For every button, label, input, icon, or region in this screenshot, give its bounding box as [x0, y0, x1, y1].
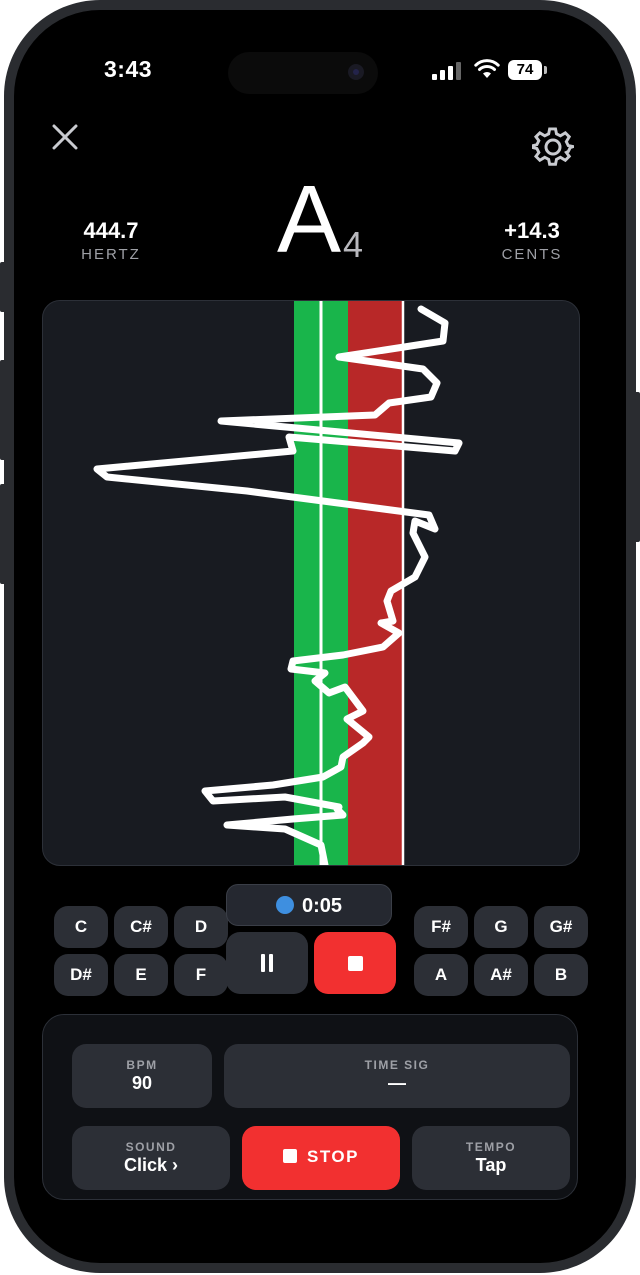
key-a-sharp[interactable]: A# — [474, 954, 528, 996]
note-octave: 4 — [343, 224, 364, 265]
status-time: 3:43 — [104, 56, 153, 82]
time-signature-control[interactable]: TIME SIG — — [224, 1044, 570, 1108]
bpm-value: 90 — [131, 1073, 153, 1093]
pause-button[interactable] — [226, 932, 308, 994]
cents-label: CENTS — [501, 246, 563, 263]
stopwatch-icon — [275, 895, 294, 914]
timer-value: 0:05 — [301, 895, 343, 917]
key-c-sharp[interactable]: C# — [114, 906, 168, 948]
bpm-control[interactable]: BPM 90 — [72, 1044, 212, 1108]
pitch-graph — [42, 300, 580, 866]
close-icon[interactable] — [50, 122, 80, 152]
battery-icon: 74 — [508, 60, 547, 80]
sound-label: SOUND — [125, 1140, 177, 1154]
key-b[interactable]: B — [534, 954, 588, 996]
note-name: A — [276, 166, 341, 273]
key-a[interactable]: A — [414, 954, 468, 996]
wifi-icon — [474, 59, 500, 78]
key-g[interactable]: G — [474, 906, 528, 948]
key-d[interactable]: D — [174, 906, 228, 948]
stop-icon — [283, 1148, 297, 1163]
recording-timer: 0:05 — [226, 884, 392, 926]
cents-readout: +14.3 CENTS — [484, 218, 580, 263]
gear-icon[interactable] — [532, 126, 574, 168]
stop-label: STOP — [307, 1147, 359, 1166]
stop-icon — [348, 956, 363, 971]
camera-icon — [348, 64, 364, 80]
dynamic-island — [228, 52, 378, 94]
metronome-stop-button[interactable]: STOP — [242, 1126, 400, 1190]
key-c[interactable]: C — [54, 906, 108, 948]
status-bar: 3:43 74 — [0, 52, 640, 94]
key-f-sharp[interactable]: F# — [414, 906, 468, 948]
time-signature-value: — — [388, 1073, 406, 1093]
sound-value: Click › — [123, 1155, 179, 1175]
key-f[interactable]: F — [174, 954, 228, 996]
time-signature-label: TIME SIG — [364, 1058, 430, 1072]
key-e[interactable]: E — [114, 954, 168, 996]
key-g-sharp[interactable]: G# — [534, 906, 588, 948]
cents-value: +14.3 — [504, 218, 560, 243]
sharp-zone — [348, 301, 404, 865]
key-d-sharp[interactable]: D# — [54, 954, 108, 996]
tempo-label: TEMPO — [465, 1140, 517, 1154]
tempo-control[interactable]: TEMPO Tap — [412, 1126, 570, 1190]
tempo-value: Tap — [475, 1155, 507, 1175]
bpm-label: BPM — [126, 1058, 158, 1072]
stop-recording-button[interactable] — [314, 932, 396, 994]
cellular-signal-icon — [432, 62, 464, 80]
sound-control[interactable]: SOUND Click › — [72, 1126, 230, 1190]
pitch-trace — [93, 305, 463, 865]
